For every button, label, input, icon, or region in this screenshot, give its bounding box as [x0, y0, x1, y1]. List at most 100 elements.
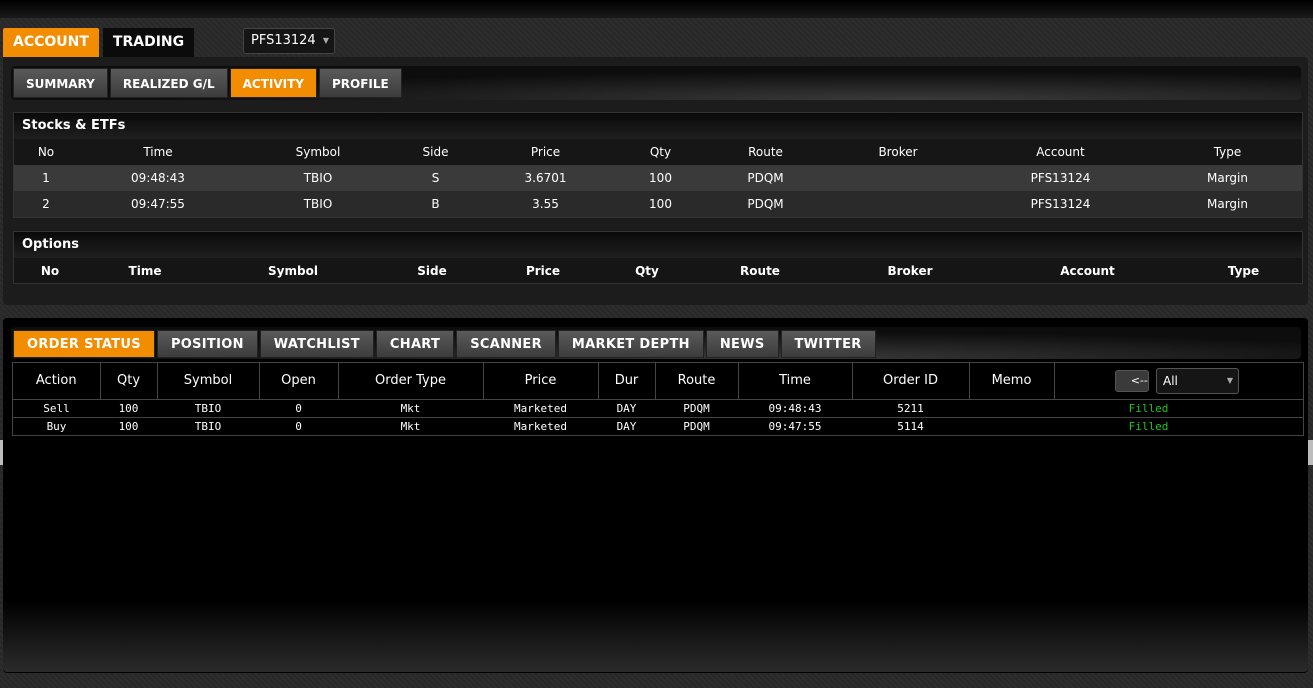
filter-select-value: All [1163, 373, 1178, 388]
options-section: Options No Time Symbol Side Price Qty Ro… [13, 231, 1303, 284]
sub-tabs: SUMMARY REALIZED G/L ACTIVITY PROFILE [13, 68, 404, 98]
account-select[interactable]: PFS13124 ▼ [243, 28, 335, 54]
tab-position[interactable]: POSITION [156, 330, 258, 358]
column-header: Broker [878, 145, 918, 159]
table-cell [828, 165, 968, 191]
tab-account[interactable]: ACCOUNT [3, 28, 99, 57]
table-cell: 100 [649, 171, 672, 185]
column-header: Symbol [295, 145, 341, 159]
column-header: Symbol [268, 264, 318, 278]
order-status-table: Action Qty Symbol Open Order Type Price … [13, 363, 1303, 435]
table-cell: 09:48:43 [131, 171, 185, 185]
options-table: No Time Symbol Side Price Qty Route Brok… [14, 258, 1302, 284]
column-header: Order Type [338, 363, 484, 399]
table-cell: Margin [1207, 171, 1248, 185]
stocks-header-row: No Time Symbol Side Price Qty Route Brok… [14, 139, 1302, 165]
order-status-table-wrap: Action Qty Symbol Open Order Type Price … [12, 362, 1304, 436]
table-cell: PDQM [655, 398, 738, 417]
options-title: Options [14, 232, 1302, 258]
table-cell: Margin [1207, 197, 1248, 211]
tab-realized-gl[interactable]: REALIZED G/L [109, 68, 228, 98]
table-cell: 100 [100, 398, 157, 417]
tab-trading[interactable]: TRADING [102, 28, 195, 57]
filter-cell: <-- All ▼ [1054, 363, 1303, 399]
table-row[interactable]: Sell 100 TBIO 0 Mkt Marketed DAY PDQM 09… [13, 398, 1303, 417]
column-header: Action [13, 363, 101, 399]
table-cell: TBIO [303, 197, 333, 211]
table-cell: B [431, 197, 440, 211]
tab-market-depth[interactable]: MARKET DEPTH [557, 330, 704, 358]
table-cell: TBIO [157, 416, 259, 435]
column-header: Time [128, 264, 162, 278]
column-header: Memo [969, 363, 1055, 399]
column-header: Qty [635, 264, 659, 278]
column-header: Time [143, 145, 173, 159]
status-cell: Filled [1054, 416, 1303, 435]
order-header-row: Action Qty Symbol Open Order Type Price … [13, 363, 1303, 399]
table-cell: PFS13124 [1030, 171, 1091, 185]
column-header: Price [483, 363, 599, 399]
table-cell: 0 [259, 398, 338, 417]
back-button[interactable]: <-- [1114, 369, 1149, 392]
stocks-section: Stocks & ETFs No Time Symbol Side Price … [13, 112, 1303, 218]
right-edge-strip [1308, 440, 1313, 465]
column-header: No [40, 264, 60, 278]
table-cell: Marketed [483, 416, 598, 435]
column-header: Order ID [852, 363, 970, 399]
table-cell: 2 [42, 197, 50, 211]
tab-profile[interactable]: PROFILE [318, 68, 402, 98]
tab-news[interactable]: NEWS [705, 330, 779, 358]
table-cell: TBIO [303, 171, 333, 185]
table-cell: Mkt [338, 416, 483, 435]
stocks-table: No Time Symbol Side Price Qty Route Brok… [14, 139, 1302, 217]
column-header: Qty [100, 363, 158, 399]
column-header: Side [417, 264, 447, 278]
table-cell: Marketed [483, 398, 598, 417]
table-cell: PDQM [655, 416, 738, 435]
column-header: No [37, 145, 55, 159]
table-cell [969, 416, 1054, 435]
column-header: Side [422, 145, 449, 159]
filter-select[interactable]: All ▼ [1156, 367, 1239, 394]
table-cell: Mkt [338, 398, 483, 417]
column-header: Account [1036, 145, 1085, 159]
tab-scanner[interactable]: SCANNER [456, 330, 556, 358]
account-panel: SUMMARY REALIZED G/L ACTIVITY PROFILE St… [3, 57, 1308, 305]
tab-activity[interactable]: ACTIVITY [229, 68, 317, 98]
table-cell: PFS13124 [1030, 197, 1091, 211]
table-cell: 09:47:55 [738, 416, 852, 435]
table-row[interactable]: Buy 100 TBIO 0 Mkt Marketed DAY PDQM 09:… [13, 416, 1303, 435]
main-tabs: ACCOUNT TRADING [3, 28, 198, 57]
tab-chart[interactable]: CHART [375, 330, 455, 358]
table-cell: DAY [598, 416, 655, 435]
status-cell: Filled [1054, 398, 1303, 417]
column-header: Account [1060, 264, 1115, 278]
table-row[interactable]: 2 09:47:55 TBIO B 3.55 100 PDQM PFS13124… [14, 191, 1302, 217]
tab-watchlist[interactable]: WATCHLIST [259, 330, 374, 358]
table-cell: PDQM [747, 171, 784, 185]
table-cell: Buy [13, 416, 100, 435]
tab-summary[interactable]: SUMMARY [13, 68, 108, 98]
table-cell: 3.55 [532, 197, 559, 211]
table-cell: 100 [649, 197, 672, 211]
left-edge-strip [0, 440, 3, 465]
table-row[interactable]: 1 09:48:43 TBIO S 3.6701 100 PDQM PFS131… [14, 165, 1302, 191]
tab-twitter[interactable]: TWITTER [780, 330, 876, 358]
column-header: Symbol [157, 363, 260, 399]
stocks-title: Stocks & ETFs [14, 113, 1302, 139]
column-header: Price [530, 145, 561, 159]
column-header: Type [1227, 264, 1260, 278]
chevron-down-icon: ▼ [1226, 375, 1233, 385]
column-header: Route [748, 145, 783, 159]
table-cell [828, 191, 968, 217]
top-bar [0, 0, 1313, 18]
table-cell: 3.6701 [524, 171, 567, 185]
table-cell: 100 [100, 416, 157, 435]
column-header: Qty [649, 145, 672, 159]
table-cell: TBIO [157, 398, 259, 417]
column-header: Route [655, 363, 739, 399]
tab-order-status[interactable]: ORDER STATUS [13, 330, 155, 358]
table-cell: DAY [598, 398, 655, 417]
column-header: Type [1213, 145, 1242, 159]
column-header: Dur [598, 363, 656, 399]
